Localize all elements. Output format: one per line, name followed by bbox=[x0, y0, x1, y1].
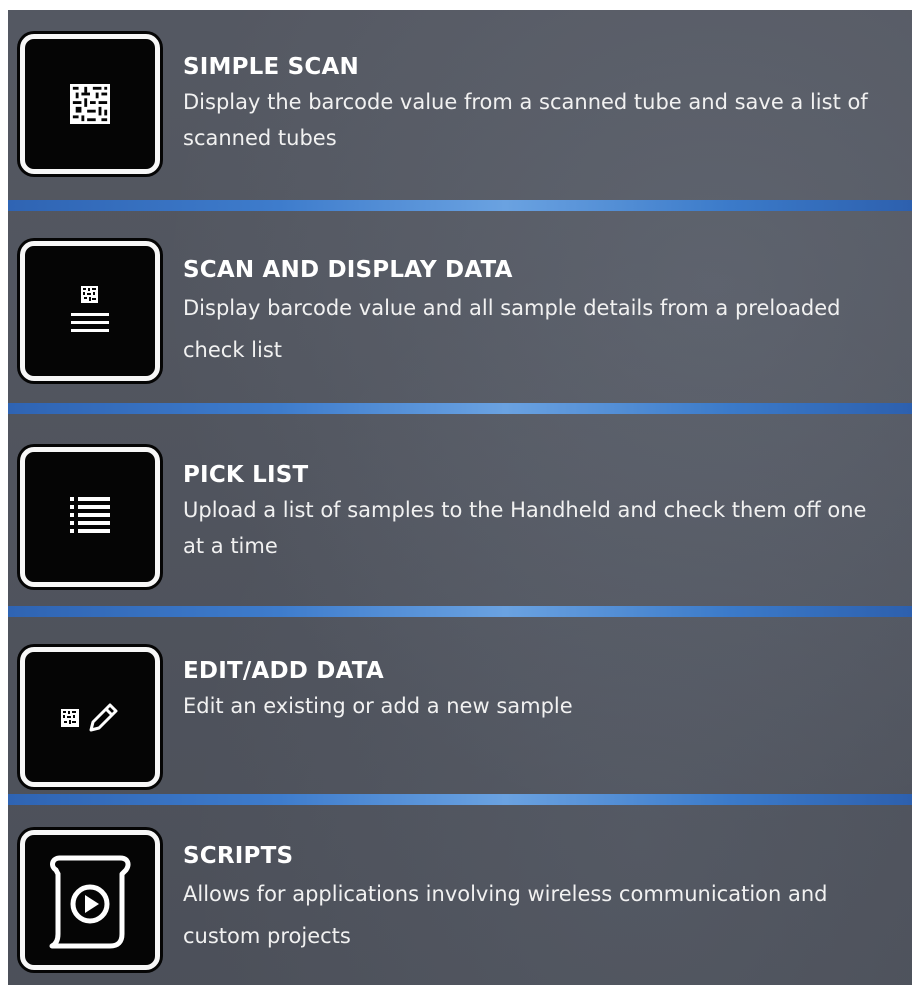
section-divider bbox=[8, 403, 912, 414]
app-menu: SIMPLE SCAN Display the barcode value fr… bbox=[8, 10, 912, 985]
menu-item-scripts[interactable]: SCRIPTS Allows for applications involvin… bbox=[8, 806, 912, 985]
section-divider bbox=[8, 200, 912, 211]
menu-item-edit-add-data[interactable]: EDIT/ADD DATA Edit an existing or add a … bbox=[8, 617, 912, 794]
edit-add-icon-button[interactable] bbox=[20, 647, 160, 787]
edit-add-text: EDIT/ADD DATA Edit an existing or add a … bbox=[183, 654, 892, 724]
scan-display-description: Display barcode value and all sample det… bbox=[183, 296, 841, 362]
menu-item-simple-scan[interactable]: SIMPLE SCAN Display the barcode value fr… bbox=[8, 10, 912, 200]
scripts-title: SCRIPTS bbox=[183, 843, 294, 869]
section-divider bbox=[8, 606, 912, 617]
pick-list-title: PICK LIST bbox=[183, 462, 309, 488]
scripts-description: Allows for applications involving wirele… bbox=[183, 882, 828, 948]
simple-scan-icon-button[interactable] bbox=[20, 34, 160, 174]
scripts-text: SCRIPTS Allows for applications involvin… bbox=[183, 839, 892, 957]
scan-display-title: SCAN AND DISPLAY DATA bbox=[183, 257, 513, 283]
pick-list-text: PICK LIST Upload a list of samples to th… bbox=[183, 458, 892, 564]
pick-list-description: Upload a list of samples to the Handheld… bbox=[183, 498, 867, 558]
simple-scan-description: Display the barcode value from a scanned… bbox=[183, 90, 868, 150]
scripts-icon-button[interactable] bbox=[20, 830, 160, 970]
barcode-icon bbox=[70, 84, 110, 124]
simple-scan-title: SIMPLE SCAN bbox=[183, 54, 359, 80]
edit-add-title: EDIT/ADD DATA bbox=[183, 658, 384, 684]
script-play-icon bbox=[49, 855, 131, 949]
edit-add-description: Edit an existing or add a new sample bbox=[183, 694, 573, 718]
menu-item-scan-and-display-data[interactable]: SCAN AND DISPLAY DATA Display barcode va… bbox=[8, 211, 912, 403]
scan-display-text: SCAN AND DISPLAY DATA Display barcode va… bbox=[183, 253, 892, 371]
barcode-list-icon bbox=[71, 286, 109, 332]
barcode-edit-icon bbox=[61, 703, 118, 732]
list-icon bbox=[70, 497, 110, 533]
menu-item-pick-list[interactable]: PICK LIST Upload a list of samples to th… bbox=[8, 414, 912, 607]
scan-display-icon-button[interactable] bbox=[20, 241, 160, 381]
pick-list-icon-button[interactable] bbox=[20, 447, 160, 587]
simple-scan-text: SIMPLE SCAN Display the barcode value fr… bbox=[183, 50, 892, 156]
section-divider bbox=[8, 794, 912, 805]
